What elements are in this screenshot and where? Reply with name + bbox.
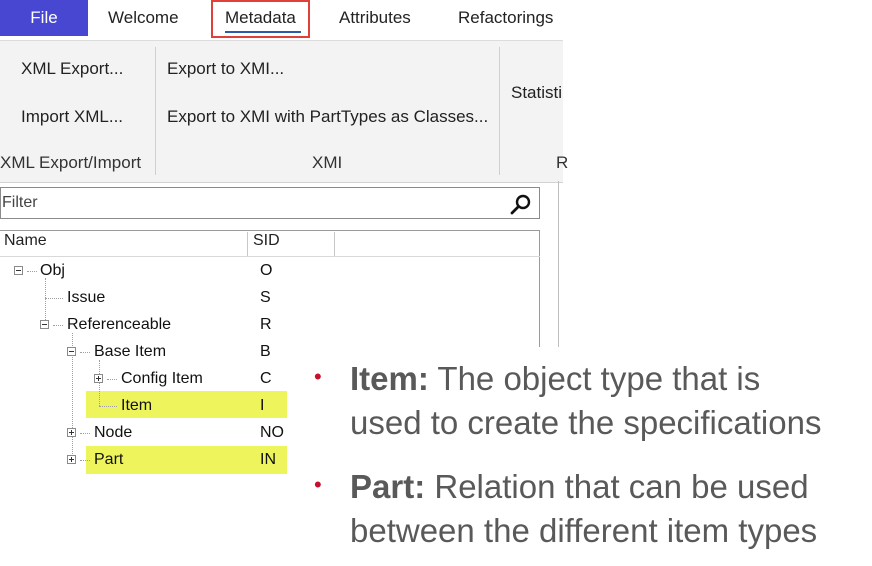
- filter-box: [0, 187, 540, 219]
- tree-line: [45, 298, 63, 299]
- collapse-icon[interactable]: [40, 320, 49, 329]
- collapse-icon[interactable]: [14, 266, 23, 275]
- group-label-xml: XML Export/Import: [0, 153, 142, 172]
- bullet-marker: •: [314, 364, 322, 389]
- bullet-part-line2: between the different item types: [350, 512, 818, 549]
- column-header-name[interactable]: Name: [4, 232, 47, 250]
- tree-line: [99, 406, 117, 407]
- tab-file[interactable]: File: [0, 0, 88, 36]
- tree-node-item[interactable]: Item: [121, 397, 152, 415]
- bullet-item-line1: Item: The object type that is: [350, 357, 760, 401]
- group-label-r: R: [556, 153, 569, 172]
- item-row-highlight: [86, 391, 287, 418]
- tree-node-sid: IN: [260, 451, 276, 468]
- column-separator[interactable]: [247, 232, 248, 256]
- tree-line: [80, 352, 90, 353]
- tree-node-issue[interactable]: Issue: [67, 289, 105, 307]
- tree-node-sid: S: [260, 289, 271, 306]
- export-xmi-parttypes-button[interactable]: Export to XMI with PartTypes as Classes.…: [167, 107, 488, 127]
- tree-node-sid: B: [260, 343, 271, 360]
- tree-node-base-item[interactable]: Base Item: [94, 343, 166, 361]
- tree-node-part[interactable]: Part: [94, 451, 123, 469]
- panel-edge: [558, 181, 559, 347]
- import-xml-button[interactable]: Import XML...: [21, 107, 123, 127]
- tree-node-sid: R: [260, 316, 272, 333]
- ribbon-panel: XML Export... Import XML... XML Export/I…: [0, 40, 568, 183]
- bullet-text: The object type that is: [428, 360, 761, 397]
- tree-line: [27, 271, 37, 272]
- tree-node-sid: I: [260, 397, 265, 414]
- collapse-icon[interactable]: [67, 347, 76, 356]
- tree-node-referenceable[interactable]: Referenceable: [67, 316, 171, 334]
- filter-input[interactable]: [1, 188, 502, 218]
- group-label-xmi: XMI: [312, 153, 343, 172]
- xml-export-button[interactable]: XML Export...: [21, 59, 123, 79]
- tree-node-sid: C: [260, 370, 272, 387]
- tree-line: [107, 379, 117, 380]
- statistics-button[interactable]: Statisti: [511, 83, 562, 103]
- bullet-item-line2: used to create the specifications: [350, 404, 822, 441]
- export-xmi-button[interactable]: Export to XMI...: [167, 59, 284, 79]
- tree-node-config-item[interactable]: Config Item: [121, 370, 203, 388]
- tree-line: [99, 360, 100, 406]
- group-separator: [155, 47, 156, 175]
- bullet-term: Item:: [350, 360, 429, 397]
- header-divider: [0, 256, 540, 257]
- search-icon[interactable]: [509, 192, 533, 216]
- bullet-part-line1: Part: Relation that can be used: [350, 465, 809, 509]
- tree-node-obj[interactable]: Obj: [40, 262, 65, 280]
- tree-line: [80, 460, 90, 461]
- tree-line: [45, 278, 46, 324]
- tree-line: [53, 325, 63, 326]
- tree-node-sid: O: [260, 262, 273, 279]
- tree-line: [80, 433, 90, 434]
- tab-welcome[interactable]: Welcome: [108, 0, 179, 36]
- tree-node-node[interactable]: Node: [94, 424, 132, 442]
- active-tab-underline: [225, 31, 301, 33]
- expand-icon[interactable]: [67, 428, 76, 437]
- tab-refactorings[interactable]: Refactorings: [458, 0, 553, 36]
- bullet-text: Relation that can be used: [425, 468, 809, 505]
- column-separator[interactable]: [334, 232, 335, 256]
- expand-icon[interactable]: [94, 374, 103, 383]
- bullet-marker: •: [314, 472, 322, 497]
- group-separator: [499, 47, 500, 175]
- tab-attributes[interactable]: Attributes: [339, 0, 411, 36]
- column-header-sid[interactable]: SID: [253, 232, 280, 250]
- expand-icon[interactable]: [67, 455, 76, 464]
- bullet-term: Part:: [350, 468, 426, 505]
- tree-node-sid: NO: [260, 424, 284, 441]
